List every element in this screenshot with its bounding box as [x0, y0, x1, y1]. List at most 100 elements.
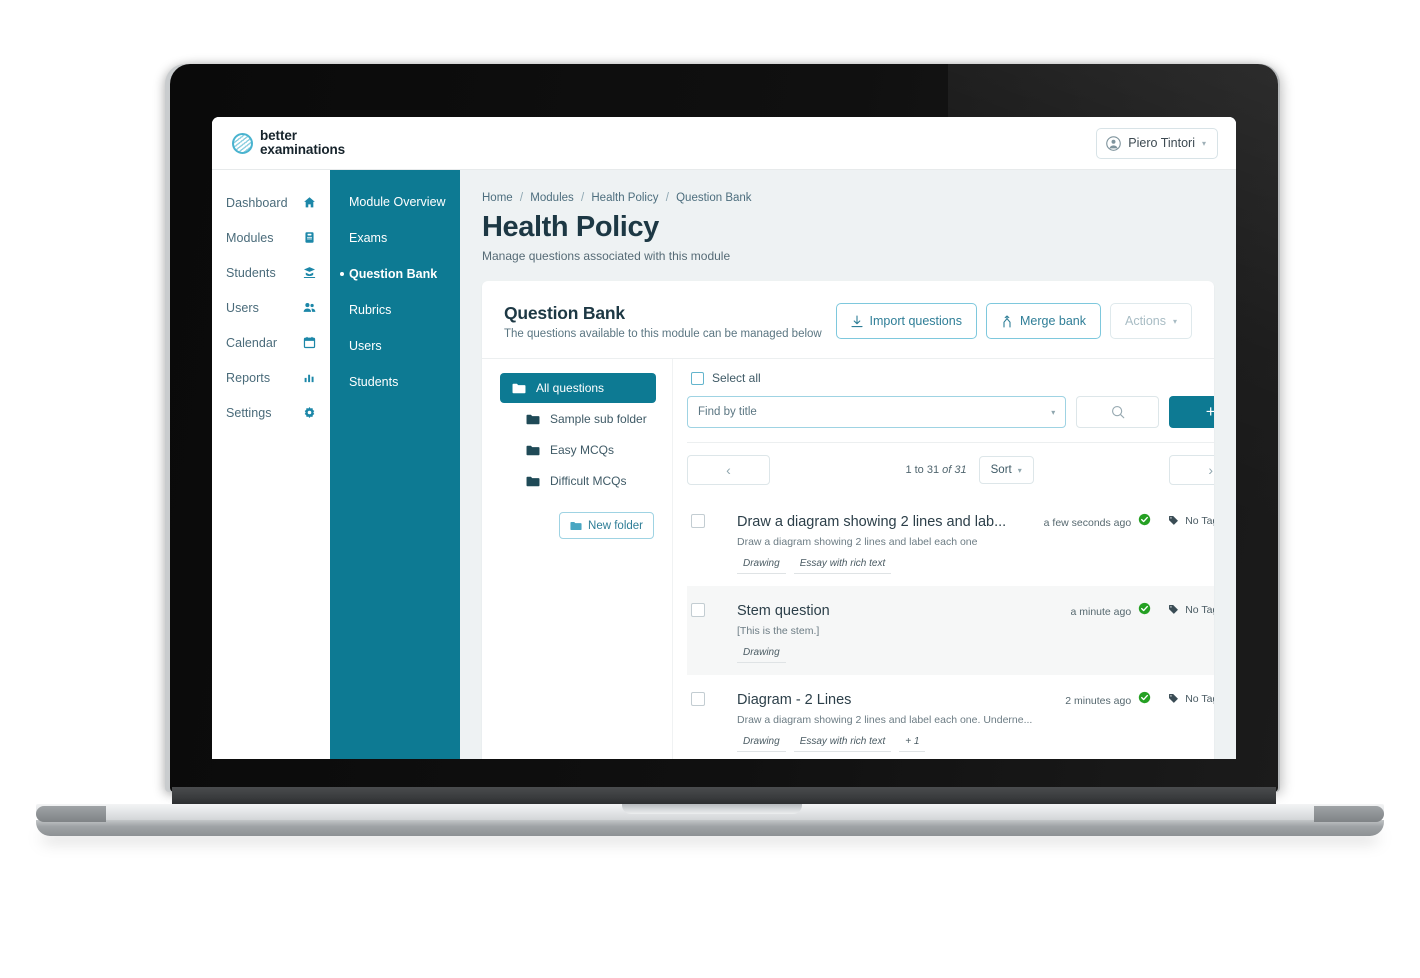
row-checkbox[interactable] [691, 603, 705, 617]
app-logo[interactable]: better examinations [232, 129, 345, 157]
module-nav-item-rubrics[interactable]: Rubrics [330, 292, 460, 328]
row-checkbox[interactable] [691, 692, 705, 706]
actions-dropdown-button[interactable]: Actions ▾ [1109, 303, 1192, 339]
breadcrumb-item-question-bank[interactable]: Question Bank [676, 192, 751, 204]
row-checkbox[interactable] [691, 514, 705, 528]
folder-item-all-questions[interactable]: All questions [500, 373, 656, 403]
folder-item-sample-sub-folder[interactable]: Sample sub folder [500, 404, 656, 434]
module-nav-label: Module Overview [349, 195, 446, 209]
sidebar-item-reports[interactable]: Reports [212, 360, 330, 395]
module-nav-item-students[interactable]: Students [330, 364, 460, 400]
question-title[interactable]: Diagram - 2 Lines [737, 692, 1006, 708]
breadcrumb-item-home[interactable]: Home [482, 192, 513, 204]
module-nav-label: Exams [349, 231, 388, 245]
sidebar-item-dashboard[interactable]: Dashboard [212, 185, 330, 220]
question-title[interactable]: Draw a diagram showing 2 lines and lab..… [737, 514, 1006, 530]
users-icon [303, 303, 316, 312]
user-name-label: Piero Tintori [1128, 136, 1195, 150]
laptop-screen: better examinations Piero Tintori ▾ Dash… [212, 117, 1236, 759]
module-nav-label: Rubrics [349, 303, 392, 317]
row-checkbox-cell[interactable] [691, 511, 737, 528]
module-nav-item-question-bank[interactable]: Question Bank [330, 256, 460, 292]
select-all-checkbox[interactable] [691, 371, 704, 385]
sidebar-item-modules[interactable]: Modules [212, 220, 330, 255]
table-row[interactable]: Stem question a minute ago No Ta [This i… [687, 586, 1214, 675]
tags-label: No Tags [1185, 603, 1214, 616]
sidebar-item-label: Modules [226, 230, 274, 245]
module-nav-label: Question Bank [349, 267, 438, 281]
find-by-title-select[interactable]: Find by title ▾ [687, 396, 1067, 428]
question-title[interactable]: Stem question [737, 603, 1006, 619]
tag-icon [1169, 693, 1179, 703]
chip-more[interactable]: + 1 [899, 736, 926, 752]
sidebar-item-label: Settings [226, 405, 272, 420]
module-nav-item-users[interactable]: Users [330, 328, 460, 364]
new-folder-button[interactable]: New folder [559, 512, 654, 539]
logo-wordmark: better examinations [260, 129, 345, 157]
chip: Drawing [737, 736, 786, 752]
select-all-row[interactable]: Select all [687, 371, 1214, 385]
module-nav-item-overview[interactable]: Module Overview [330, 184, 460, 220]
row-checkbox-cell[interactable] [691, 689, 737, 706]
merge-icon [1003, 314, 1011, 328]
merge-bank-label: Merge bank [1019, 314, 1086, 328]
question-date: 2 minutes ago [1065, 695, 1132, 707]
chip: Drawing [737, 647, 786, 663]
chip: Essay with rich text [793, 558, 892, 574]
add-question-button[interactable]: + [1169, 396, 1214, 428]
search-row: Find by title ▾ + [687, 396, 1214, 428]
module-nav-label: Students [349, 375, 399, 389]
laptop-mockup: better examinations Piero Tintori ▾ Dash… [0, 0, 1420, 978]
page-title: Health Policy [482, 211, 659, 243]
folder-item-difficult-mcqs[interactable]: Difficult MCQs [500, 466, 656, 496]
folder-item-easy-mcqs[interactable]: Easy MCQs [500, 435, 656, 465]
import-questions-label: Import questions [869, 314, 962, 328]
folder-icon [512, 383, 526, 393]
new-folder-row: New folder [500, 512, 656, 539]
previous-page-button[interactable]: ‹ [687, 455, 770, 485]
next-page-button[interactable]: › [1169, 455, 1214, 485]
question-chips: Drawing Essay with rich text [737, 558, 1214, 574]
module-nav-item-exams[interactable]: Exams [330, 220, 460, 256]
actions-label: Actions [1124, 314, 1166, 328]
import-questions-button[interactable]: Import questions [835, 303, 977, 339]
app-body: Dashboard Modules Students Users Calenda… [212, 170, 1236, 759]
chevron-down-icon: ▾ [1017, 465, 1022, 475]
card-body: All questions Sample sub folder Easy MCQ… [482, 359, 1214, 759]
pagination-row: ‹ 1 to 31 of 31 Sort ▾ › [687, 442, 1214, 485]
search-button[interactable] [1076, 396, 1160, 428]
row-content: Draw a diagram showing 2 lines and lab..… [737, 511, 1214, 574]
card-description: The questions available to this module c… [504, 328, 822, 340]
question-stem: Draw a diagram showing 2 lines and label… [737, 536, 978, 548]
laptop-foot-left [36, 806, 106, 822]
application-window: better examinations Piero Tintori ▾ Dash… [212, 117, 1236, 759]
user-menu-button[interactable]: Piero Tintori ▾ [1096, 127, 1218, 159]
breadcrumb: Home / Modules / Health Policy / Questio… [482, 192, 1214, 204]
sidebar-item-users[interactable]: Users [212, 290, 330, 325]
sidebar-item-students[interactable]: Students [212, 255, 330, 290]
question-bank-card: Question Bank The questions available to… [482, 281, 1214, 759]
sidebar-item-calendar[interactable]: Calendar [212, 325, 330, 360]
download-icon [850, 314, 863, 327]
table-row[interactable]: Draw a diagram showing 2 lines and lab..… [687, 497, 1214, 586]
main-content: Home / Modules / Health Policy / Questio… [460, 170, 1236, 759]
question-stem: Draw a diagram showing 2 lines and label… [737, 714, 1033, 726]
question-chips: Drawing Essay with rich text + 1 [737, 736, 1214, 752]
merge-bank-button[interactable]: Merge bank [985, 303, 1101, 339]
laptop-deck-lip [36, 820, 1384, 836]
row-top: Stem question a minute ago No Ta [737, 600, 1214, 620]
breadcrumb-item-modules[interactable]: Modules [530, 192, 573, 204]
logo-mark-icon [232, 132, 253, 154]
tag-icon [1169, 604, 1179, 614]
card-title: Question Bank [504, 303, 625, 323]
breadcrumb-item-health-policy[interactable]: Health Policy [591, 192, 658, 204]
chevron-left-icon: ‹ [726, 462, 731, 478]
tag-icon [1169, 515, 1179, 525]
tags-label: No Tags [1185, 514, 1214, 527]
table-row[interactable]: Diagram - 2 Lines 2 minutes ago No Ta Dr… [687, 675, 1214, 759]
row-top: Diagram - 2 Lines 2 minutes ago No Ta [737, 689, 1214, 709]
sort-button[interactable]: Sort ▾ [978, 456, 1034, 484]
sidebar-item-settings[interactable]: Settings [212, 395, 330, 430]
question-stem: [This is the stem.] [737, 625, 820, 637]
row-checkbox-cell[interactable] [691, 600, 737, 617]
